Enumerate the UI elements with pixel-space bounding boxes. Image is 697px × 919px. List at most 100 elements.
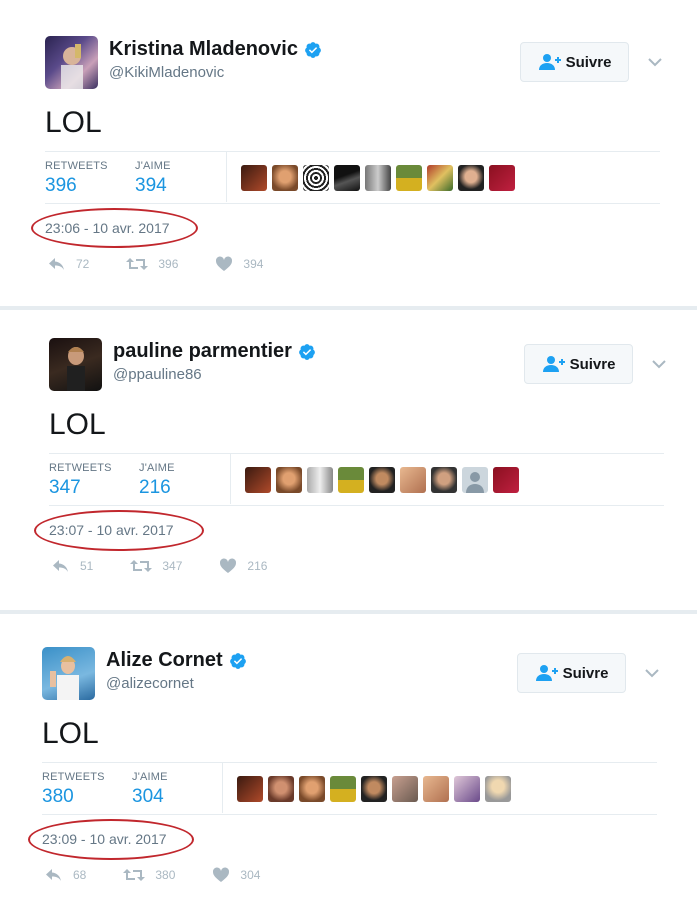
annotation-circle xyxy=(28,819,194,860)
likes-label: J'AIME xyxy=(135,160,171,172)
liker-avatar[interactable] xyxy=(400,467,426,493)
follow-label: Suivre xyxy=(562,664,609,682)
avatar-image xyxy=(50,656,79,700)
liker-avatar[interactable] xyxy=(493,467,519,493)
liker-avatar[interactable] xyxy=(396,165,422,191)
like-button[interactable]: 394 xyxy=(215,256,263,272)
likes-count[interactable]: 304 xyxy=(132,786,164,808)
retweet-count: 347 xyxy=(162,559,183,573)
liker-avatar[interactable] xyxy=(299,776,325,802)
tweet-card: Alize Cornet @alizecornet Suivre LOL RET… xyxy=(0,614,697,919)
reply-count: 72 xyxy=(76,257,90,271)
liker-avatar[interactable] xyxy=(485,776,511,802)
likes-count[interactable]: 394 xyxy=(135,175,167,197)
retweets-label: RETWEETS xyxy=(45,160,108,172)
retweet-count: 380 xyxy=(155,868,176,882)
liker-avatar[interactable] xyxy=(454,776,480,802)
liker-avatar[interactable] xyxy=(427,165,453,191)
retweets-count[interactable]: 396 xyxy=(45,175,77,197)
divider xyxy=(45,151,660,152)
add-user-icon xyxy=(538,54,561,70)
retweet-icon xyxy=(130,560,153,572)
tweet-text: LOL xyxy=(49,408,106,441)
user-handle[interactable]: @KikiMladenovic xyxy=(109,64,224,81)
reply-button[interactable]: 51 xyxy=(52,558,93,574)
avatar[interactable] xyxy=(49,338,102,391)
retweet-button[interactable]: 396 xyxy=(126,256,178,272)
liker-avatar[interactable] xyxy=(272,165,298,191)
retweets-label: RETWEETS xyxy=(42,771,105,783)
liker-avatar[interactable] xyxy=(241,165,267,191)
like-count: 394 xyxy=(243,257,264,271)
reply-count: 51 xyxy=(80,559,94,573)
likes-label: J'AIME xyxy=(139,462,175,474)
tweet-text: LOL xyxy=(45,106,102,139)
like-button[interactable]: 304 xyxy=(212,867,260,883)
follow-label: Suivre xyxy=(565,53,612,71)
reply-icon xyxy=(53,560,68,572)
follow-button[interactable]: Suivre xyxy=(517,653,626,693)
liker-avatar[interactable] xyxy=(237,776,263,802)
like-count: 216 xyxy=(247,559,268,573)
verified-badge-icon xyxy=(229,652,246,669)
retweet-button[interactable]: 347 xyxy=(130,558,182,574)
chevron-down-icon[interactable] xyxy=(647,56,663,68)
retweet-icon xyxy=(126,258,149,270)
chevron-down-icon[interactable] xyxy=(651,358,667,370)
display-name[interactable]: pauline parmentier xyxy=(113,340,292,363)
follow-button[interactable]: Suivre xyxy=(524,344,633,384)
reply-icon xyxy=(49,258,64,270)
tweet-text: LOL xyxy=(42,717,99,750)
likers-avatars xyxy=(237,776,511,802)
liker-avatar[interactable] xyxy=(276,467,302,493)
likes-label: J'AIME xyxy=(132,771,168,783)
avatar[interactable] xyxy=(42,647,95,700)
verified-badge-icon xyxy=(299,343,315,360)
liker-avatar[interactable] xyxy=(245,467,271,493)
retweet-count: 396 xyxy=(158,257,179,271)
reply-button[interactable]: 72 xyxy=(48,256,89,272)
likers-avatars xyxy=(241,165,515,191)
liker-avatar[interactable] xyxy=(458,165,484,191)
reply-button[interactable]: 68 xyxy=(45,867,86,883)
like-button[interactable]: 216 xyxy=(219,558,267,574)
liker-avatar[interactable] xyxy=(307,467,333,493)
tweet-actions: 72 396 394 xyxy=(48,256,300,272)
reply-icon xyxy=(46,869,61,881)
annotation-circle xyxy=(34,510,204,551)
liker-avatar[interactable] xyxy=(369,467,395,493)
annotation-circle xyxy=(31,208,198,248)
liker-avatar[interactable] xyxy=(392,776,418,802)
liker-avatar[interactable] xyxy=(489,165,515,191)
likes-count[interactable]: 216 xyxy=(139,477,171,499)
liker-avatar[interactable] xyxy=(462,467,488,493)
chevron-down-icon[interactable] xyxy=(644,667,660,679)
liker-avatar[interactable] xyxy=(365,165,391,191)
display-name[interactable]: Alize Cornet xyxy=(106,649,223,672)
liker-avatar[interactable] xyxy=(330,776,356,802)
like-count: 304 xyxy=(240,868,261,882)
avatar[interactable] xyxy=(45,36,98,89)
divider xyxy=(49,505,664,506)
heart-icon xyxy=(213,867,230,882)
add-user-icon xyxy=(535,665,558,681)
liker-avatar[interactable] xyxy=(338,467,364,493)
liker-avatar[interactable] xyxy=(361,776,387,802)
user-handle[interactable]: @ppauline86 xyxy=(113,366,202,383)
tweet-card: pauline parmentier @ppauline86 Suivre LO… xyxy=(0,311,697,616)
divider xyxy=(42,762,657,763)
user-handle[interactable]: @alizecornet xyxy=(106,675,194,692)
divider xyxy=(42,814,657,815)
retweet-button[interactable]: 380 xyxy=(123,867,175,883)
follow-button[interactable]: Suivre xyxy=(520,42,629,82)
retweets-count[interactable]: 380 xyxy=(42,786,74,808)
liker-avatar[interactable] xyxy=(423,776,449,802)
display-name[interactable]: Kristina Mladenovic xyxy=(109,38,298,61)
liker-avatar[interactable] xyxy=(334,165,360,191)
liker-avatar[interactable] xyxy=(268,776,294,802)
liker-avatar[interactable] xyxy=(303,165,329,191)
liker-avatar[interactable] xyxy=(431,467,457,493)
avatar-image xyxy=(67,347,85,391)
retweets-count[interactable]: 347 xyxy=(49,477,81,499)
divider xyxy=(222,763,223,813)
